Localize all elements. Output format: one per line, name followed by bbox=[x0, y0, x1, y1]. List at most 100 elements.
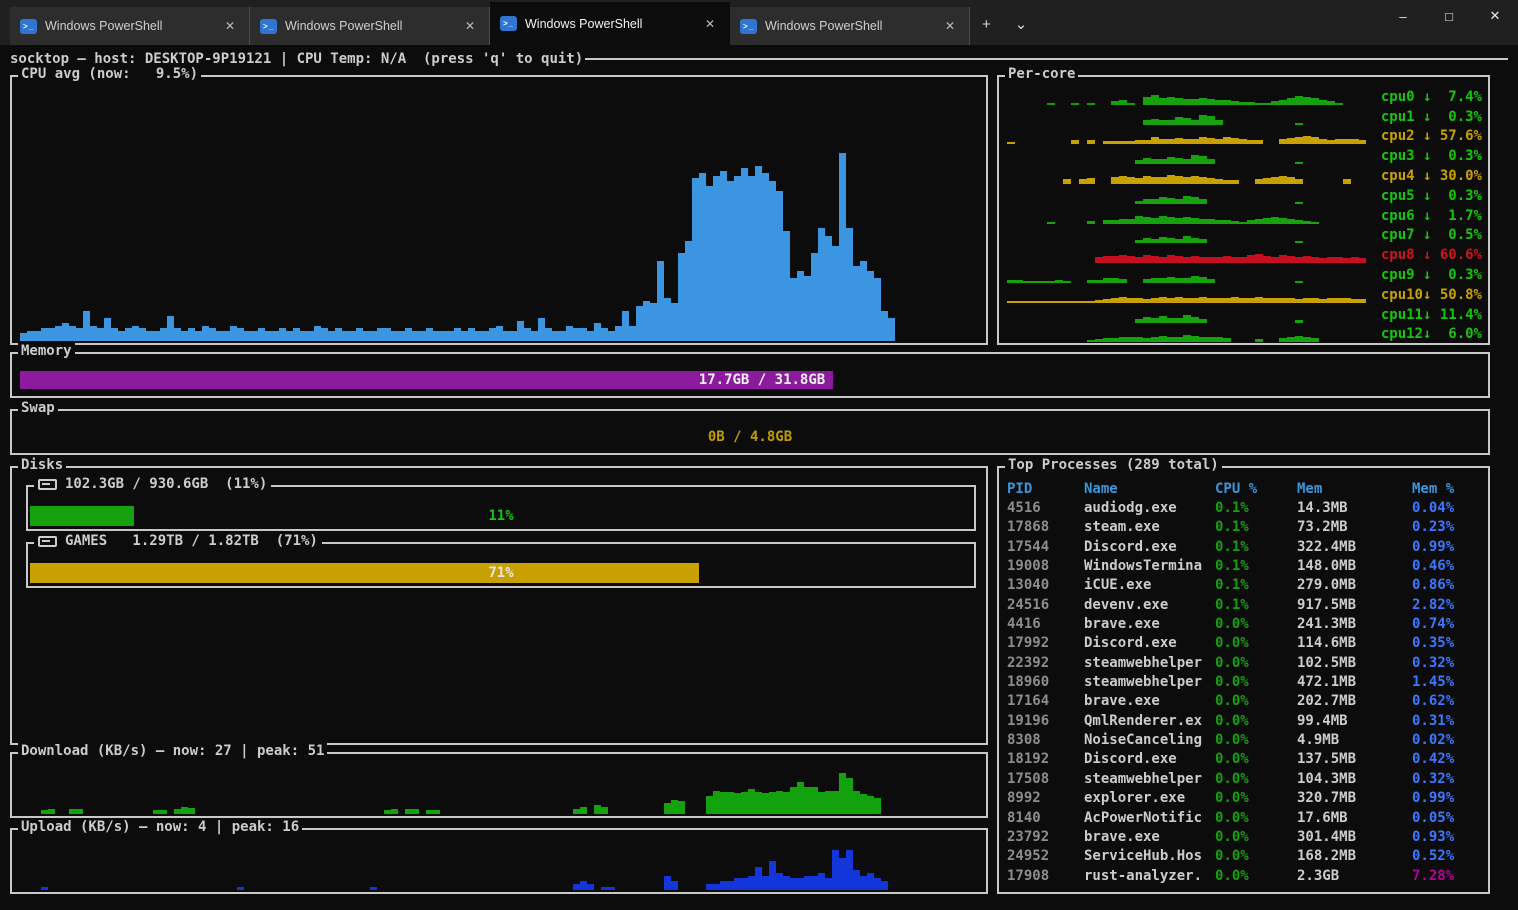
powershell-icon: >_ bbox=[740, 19, 757, 34]
cpu-avg-title: CPU avg (now: 9.5%) bbox=[18, 66, 201, 82]
terminal-content: socktop — host: DESKTOP-9P19121 | CPU Te… bbox=[0, 45, 1518, 910]
upload-chart bbox=[20, 844, 978, 890]
memory-panel: Memory 17.7GB / 31.8GB bbox=[10, 352, 1490, 398]
process-pid: 24516 bbox=[1007, 597, 1084, 613]
process-mem: 2.3GB bbox=[1297, 868, 1412, 884]
core-row: cpu1 ↓ 0.3% bbox=[1007, 105, 1484, 125]
minimize-button[interactable]: – bbox=[1380, 0, 1426, 32]
core-row: cpu5 ↓ 0.3% bbox=[1007, 184, 1484, 204]
core-sparkline bbox=[1007, 146, 1366, 164]
per-core-title: Per-core bbox=[1005, 66, 1078, 82]
swap-gauge-label: 0B / 4.8GB bbox=[20, 428, 1480, 446]
process-row: 23792 brave.exe 0.0% 301.4MB 0.93% bbox=[1007, 827, 1484, 846]
window-controls: – □ ✕ bbox=[1380, 0, 1518, 45]
process-row: 17868 steam.exe 0.1% 73.2MB 0.23% bbox=[1007, 518, 1484, 537]
top-processes-panel: Top Processes (289 total) PID Name CPU %… bbox=[997, 466, 1490, 894]
core-label: cpu1 ↓ 0.3% bbox=[1366, 109, 1484, 125]
process-mem-pct: 0.23% bbox=[1412, 519, 1484, 535]
tab-close-icon[interactable]: ✕ bbox=[940, 17, 960, 35]
process-mem-pct: 2.82% bbox=[1412, 597, 1484, 613]
process-cpu-pct: 0.0% bbox=[1215, 790, 1297, 806]
process-mem-pct: 0.32% bbox=[1412, 655, 1484, 671]
core-sparkline bbox=[1007, 186, 1366, 204]
core-label: cpu3 ↓ 0.3% bbox=[1366, 148, 1484, 164]
process-mem: 14.3MB bbox=[1297, 500, 1412, 516]
core-row: cpu2 ↓ 57.6% bbox=[1007, 125, 1484, 145]
core-row: cpu6 ↓ 1.7% bbox=[1007, 204, 1484, 224]
col-header-cpu: CPU % bbox=[1215, 481, 1297, 497]
core-row: cpu3 ↓ 0.3% bbox=[1007, 144, 1484, 164]
upload-title: Upload (KB/s) — now: 4 | peak: 16 bbox=[18, 819, 302, 835]
core-sparkline bbox=[1007, 265, 1366, 283]
disk-system-usage: 102.3GB / 930.6GB (11%) bbox=[65, 476, 267, 492]
core-label: cpu5 ↓ 0.3% bbox=[1366, 188, 1484, 204]
disks-panel: Disks 102.3GB / 930.6GB (11%) 11% GAMES … bbox=[10, 466, 988, 745]
process-name: steamwebhelper bbox=[1084, 674, 1215, 690]
process-pid: 19196 bbox=[1007, 713, 1084, 729]
process-cpu-pct: 0.1% bbox=[1215, 577, 1297, 593]
disk-games-usage: GAMES 1.29TB / 1.82TB (71%) bbox=[65, 533, 318, 549]
tab-windows-powershell[interactable]: >_ Windows PowerShell ✕ bbox=[490, 2, 730, 45]
per-core-list: cpu0 ↓ 7.4% cpu1 ↓ 0.3% cpu2 ↓ 57.6% cpu… bbox=[1007, 85, 1484, 341]
tab-close-icon[interactable]: ✕ bbox=[460, 17, 480, 35]
core-sparkline bbox=[1007, 225, 1366, 243]
tab-windows-powershell[interactable]: >_ Windows PowerShell ✕ bbox=[250, 7, 490, 45]
memory-gauge: 17.7GB / 31.8GB bbox=[20, 371, 1480, 389]
process-mem-pct: 0.35% bbox=[1412, 635, 1484, 651]
process-mem-pct: 0.42% bbox=[1412, 751, 1484, 767]
process-cpu-pct: 0.0% bbox=[1215, 616, 1297, 632]
core-sparkline bbox=[1007, 126, 1366, 144]
tab-windows-powershell[interactable]: >_ Windows PowerShell ✕ bbox=[10, 7, 250, 45]
per-core-panel: Per-core cpu0 ↓ 7.4% cpu1 ↓ 0.3% cpu2 ↓ … bbox=[997, 75, 1490, 345]
process-cpu-pct: 0.0% bbox=[1215, 655, 1297, 671]
process-name: ServiceHub.Hos bbox=[1084, 848, 1215, 864]
process-cpu-pct: 0.0% bbox=[1215, 674, 1297, 690]
tab-close-icon[interactable]: ✕ bbox=[700, 15, 720, 33]
process-mem-pct: 0.62% bbox=[1412, 693, 1484, 709]
core-row: cpu12↓ 6.0% bbox=[1007, 323, 1484, 343]
process-mem-pct: 0.99% bbox=[1412, 539, 1484, 555]
tab-windows-powershell[interactable]: >_ Windows PowerShell ✕ bbox=[730, 7, 970, 45]
close-button[interactable]: ✕ bbox=[1472, 0, 1518, 32]
tab-dropdown-button[interactable]: ⌄ bbox=[1003, 11, 1040, 37]
process-pid: 23792 bbox=[1007, 829, 1084, 845]
process-row: 17164 brave.exe 0.0% 202.7MB 0.62% bbox=[1007, 692, 1484, 711]
process-name: iCUE.exe bbox=[1084, 577, 1215, 593]
core-row: cpu9 ↓ 0.3% bbox=[1007, 263, 1484, 283]
new-tab-button[interactable]: + bbox=[970, 12, 1003, 37]
process-mem: 301.4MB bbox=[1297, 829, 1412, 845]
process-mem: 279.0MB bbox=[1297, 577, 1412, 593]
process-row: 17544 Discord.exe 0.1% 322.4MB 0.99% bbox=[1007, 537, 1484, 556]
core-label: cpu7 ↓ 0.5% bbox=[1366, 227, 1484, 243]
tab-bar: >_ Windows PowerShell ✕ >_ Windows Power… bbox=[0, 0, 1518, 45]
swap-title: Swap bbox=[18, 400, 58, 416]
process-table-header: PID Name CPU % Mem Mem % bbox=[1007, 479, 1484, 498]
core-row: cpu0 ↓ 7.4% bbox=[1007, 85, 1484, 105]
core-row: cpu4 ↓ 30.0% bbox=[1007, 164, 1484, 184]
process-pid: 19008 bbox=[1007, 558, 1084, 574]
process-mem-pct: 0.31% bbox=[1412, 713, 1484, 729]
col-header-name: Name bbox=[1084, 481, 1215, 497]
process-pid: 13040 bbox=[1007, 577, 1084, 593]
disk-games-title: GAMES 1.29TB / 1.82TB (71%) bbox=[34, 533, 322, 549]
process-row: 18960 steamwebhelper 0.0% 472.1MB 1.45% bbox=[1007, 672, 1484, 691]
disk-games-percent: 71% bbox=[30, 563, 972, 583]
core-row: cpu8 ↓ 60.6% bbox=[1007, 243, 1484, 263]
core-sparkline bbox=[1007, 324, 1366, 342]
disk-games: GAMES 1.29TB / 1.82TB (71%) 71% bbox=[26, 542, 976, 588]
download-panel: Download (KB/s) — now: 27 | peak: 51 bbox=[10, 752, 988, 818]
download-chart bbox=[20, 768, 978, 814]
process-row: 17908 rust-analyzer. 0.0% 2.3GB 7.28% bbox=[1007, 866, 1484, 885]
process-row: 19008 WindowsTermina 0.1% 148.0MB 0.46% bbox=[1007, 556, 1484, 575]
process-table: PID Name CPU % Mem Mem % 4516 audiodg.ex… bbox=[1007, 479, 1484, 890]
process-mem-pct: 0.86% bbox=[1412, 577, 1484, 593]
process-row: 22392 steamwebhelper 0.0% 102.5MB 0.32% bbox=[1007, 653, 1484, 672]
maximize-button[interactable]: □ bbox=[1426, 0, 1472, 32]
process-name: NoiseCanceling bbox=[1084, 732, 1215, 748]
tab-close-icon[interactable]: ✕ bbox=[220, 17, 240, 35]
tab-title: Windows PowerShell bbox=[765, 19, 940, 33]
core-label: cpu6 ↓ 1.7% bbox=[1366, 208, 1484, 224]
core-label: cpu2 ↓ 57.6% bbox=[1366, 128, 1484, 144]
process-pid: 24952 bbox=[1007, 848, 1084, 864]
process-pid: 17544 bbox=[1007, 539, 1084, 555]
